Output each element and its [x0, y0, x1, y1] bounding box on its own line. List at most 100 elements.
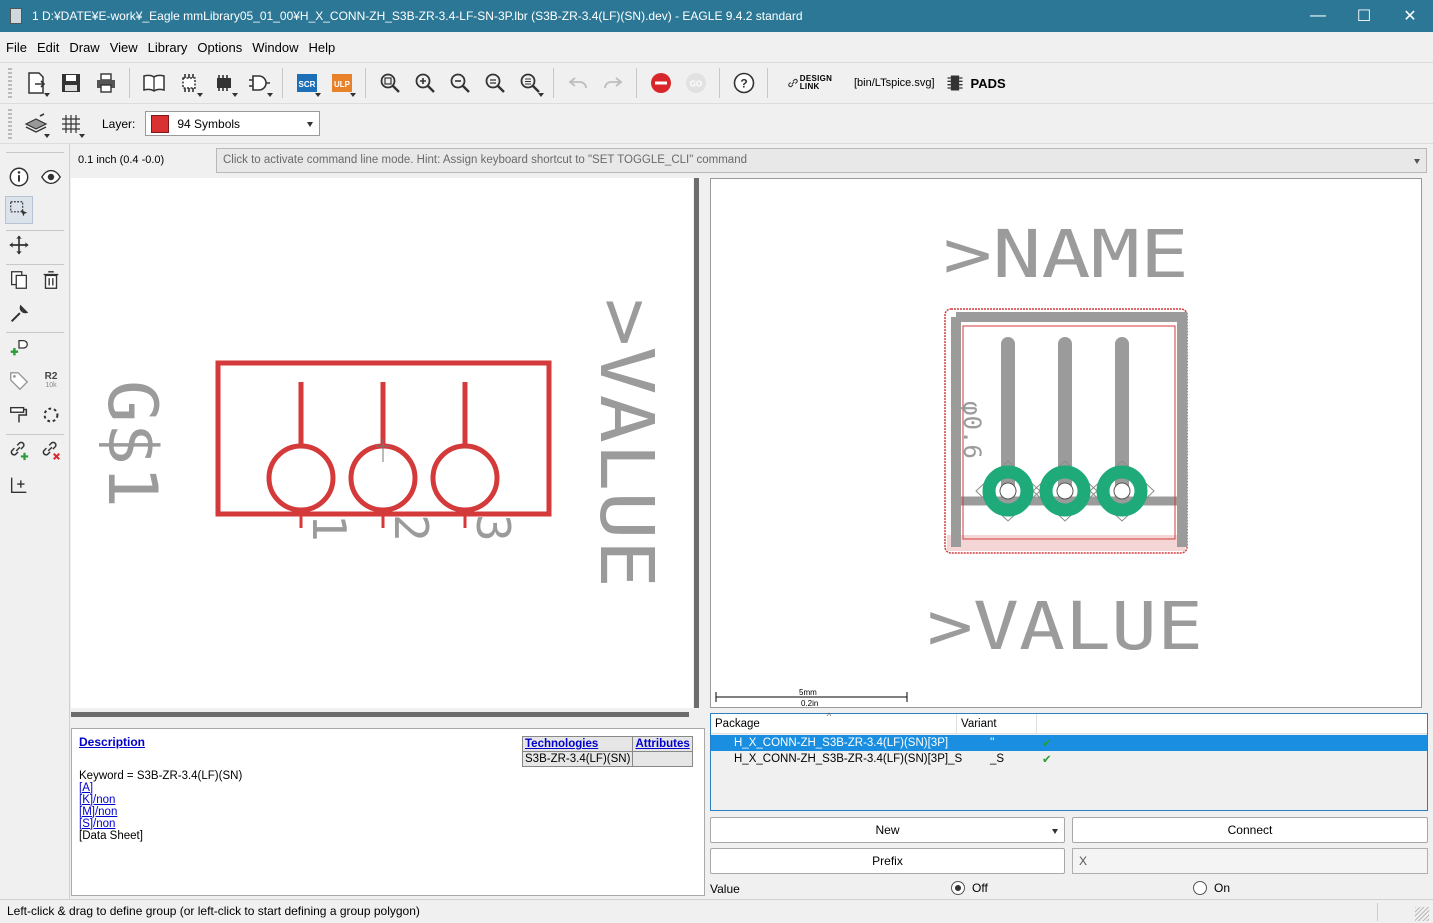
symbol-editor-canvas[interactable]: >VALUE G$1 1 2 3: [71, 178, 693, 708]
link-m[interactable]: [M]/non: [79, 806, 242, 818]
chevron-down-icon: [307, 122, 314, 127]
value-off-radio[interactable]: Off: [951, 881, 988, 895]
help-button[interactable]: ?: [726, 66, 761, 100]
pads-icon: [947, 75, 963, 91]
menu-window[interactable]: Window: [247, 40, 303, 55]
chevron-down-icon[interactable]: [1052, 829, 1058, 834]
link-s[interactable]: [S]/non: [79, 818, 242, 830]
vertical-splitter[interactable]: [694, 178, 699, 708]
show-tool[interactable]: [37, 163, 65, 191]
zoom-fit-button[interactable]: [372, 66, 407, 100]
zoom-select-button[interactable]: [512, 66, 547, 100]
open-library-button[interactable]: [136, 66, 171, 100]
delete-tool[interactable]: [37, 266, 65, 294]
sort-indicator-icon: ^: [827, 711, 832, 721]
maximize-button[interactable]: ☐: [1341, 0, 1387, 32]
new-file-button[interactable]: [18, 66, 53, 100]
close-button[interactable]: ✕: [1387, 0, 1433, 32]
connect-button[interactable]: Connect: [1072, 817, 1428, 843]
symbol-button[interactable]: [241, 66, 276, 100]
move-tool[interactable]: [5, 231, 33, 259]
horizontal-scrollbar[interactable]: [71, 712, 689, 717]
origin-tool[interactable]: [5, 471, 33, 499]
copy-tool[interactable]: [5, 266, 33, 294]
menu-draw[interactable]: Draw: [64, 40, 104, 55]
design-link-button[interactable]: DESIGN LINK: [774, 66, 844, 100]
window-title: 1 D:¥DATE¥E-work¥_Eagle mmLibrary05_01_0…: [32, 9, 803, 23]
device-button[interactable]: [206, 66, 241, 100]
value-on-radio[interactable]: On: [1193, 881, 1230, 895]
chevron-down-icon[interactable]: [1414, 159, 1420, 164]
value-tool[interactable]: R2 10k: [37, 367, 65, 395]
pads-button[interactable]: PADS: [945, 66, 1025, 100]
zoom-out-button[interactable]: [442, 66, 477, 100]
eye-icon: [41, 169, 61, 185]
script-button[interactable]: SCR: [289, 66, 324, 100]
variant-column-header[interactable]: Variant: [957, 714, 1037, 733]
minimize-button[interactable]: —: [1295, 0, 1341, 32]
menu-help[interactable]: Help: [303, 40, 340, 55]
command-line-input[interactable]: Click to activate command line mode. Hin…: [216, 148, 1427, 173]
package-cell: H_X_CONN-ZH_S3B-ZR-3.4(LF)(SN)[3P]: [734, 737, 949, 749]
package-preview: >NAME φ0.6 >VALUE 5mm 0.2in: [710, 178, 1422, 708]
add-tool[interactable]: [5, 334, 33, 362]
radio-unselected-icon: [1193, 881, 1207, 895]
description-link[interactable]: Description: [79, 735, 145, 749]
change-tool[interactable]: [5, 300, 33, 328]
menu-options[interactable]: Options: [192, 40, 247, 55]
book-icon: [142, 74, 165, 92]
technologies-header[interactable]: Technologies: [521, 736, 634, 752]
copy-icon: [11, 271, 27, 289]
prefix-button[interactable]: Prefix: [710, 848, 1065, 874]
script-path-dropdown[interactable]: [bin/LTspice.svg]: [844, 77, 945, 89]
table-header: Package ^ Variant: [711, 711, 1427, 734]
table-row[interactable]: H_X_CONN-ZH_S3B-ZR-3.4(LF)(SN)[3P]_S _S …: [711, 751, 1427, 767]
menu-file[interactable]: File: [0, 40, 32, 55]
grid-icon: [61, 114, 80, 133]
resize-grip-icon[interactable]: [1415, 907, 1429, 921]
status-bar: Left-click & drag to define group (or le…: [0, 899, 1433, 923]
scr-icon: SCR: [296, 74, 317, 92]
group-select-icon: [10, 201, 28, 217]
menu-view[interactable]: View: [105, 40, 143, 55]
title-bar: 1 D:¥DATE¥E-work¥_Eagle mmLibrary05_01_0…: [0, 0, 1433, 32]
package-pads: [975, 460, 1155, 522]
undo-button[interactable]: [560, 66, 595, 100]
group-tool[interactable]: [5, 196, 33, 224]
menu-edit[interactable]: Edit: [32, 40, 64, 55]
redo-button[interactable]: [595, 66, 630, 100]
go-button[interactable]: GO: [678, 66, 713, 100]
disconnect-tool[interactable]: [37, 436, 65, 464]
zoom-in-button[interactable]: [407, 66, 442, 100]
prefix-field[interactable]: X: [1072, 848, 1428, 874]
mirror-tool[interactable]: [37, 401, 65, 429]
layer-select[interactable]: 94 Symbols: [145, 111, 321, 136]
zoom-fit-icon: [380, 73, 400, 93]
ulp-button[interactable]: ULP: [324, 66, 359, 100]
grid-button[interactable]: [53, 107, 88, 141]
link-k[interactable]: [K]/non: [79, 794, 242, 806]
table-row[interactable]: H_X_CONN-ZH_S3B-ZR-3.4(LF)(SN)[3P] '' ✔: [711, 735, 1427, 751]
connect-tool[interactable]: [5, 436, 33, 464]
menu-library[interactable]: Library: [143, 40, 193, 55]
layer-settings-button[interactable]: [18, 107, 53, 141]
print-button[interactable]: [88, 66, 123, 100]
link-a[interactable]: [A]: [79, 782, 242, 794]
layer-toolbar: Layer: 94 Symbols: [0, 104, 1433, 144]
main-toolbar: SCR ULP GO ? DESIGN LINK [bin/LTspice.svg…: [0, 62, 1433, 104]
attribute-tool[interactable]: [5, 367, 33, 395]
package-column-header[interactable]: Package ^: [711, 711, 957, 733]
smash-tool[interactable]: [5, 401, 33, 429]
toolbar-grip: [8, 108, 12, 139]
info-tool[interactable]: [5, 163, 33, 191]
save-button[interactable]: [53, 66, 88, 100]
package-button[interactable]: [171, 66, 206, 100]
attributes-header[interactable]: Attributes: [632, 736, 693, 752]
new-variant-button[interactable]: New: [710, 817, 1065, 843]
zoom-redraw-button[interactable]: [477, 66, 512, 100]
status-text: Left-click & drag to define group (or le…: [7, 904, 420, 918]
description-pane: Description Technologies Attributes S3B-…: [71, 728, 705, 896]
stop-button[interactable]: [643, 66, 678, 100]
layer-color-swatch: [151, 114, 170, 133]
toolbar-separator: [767, 68, 768, 98]
